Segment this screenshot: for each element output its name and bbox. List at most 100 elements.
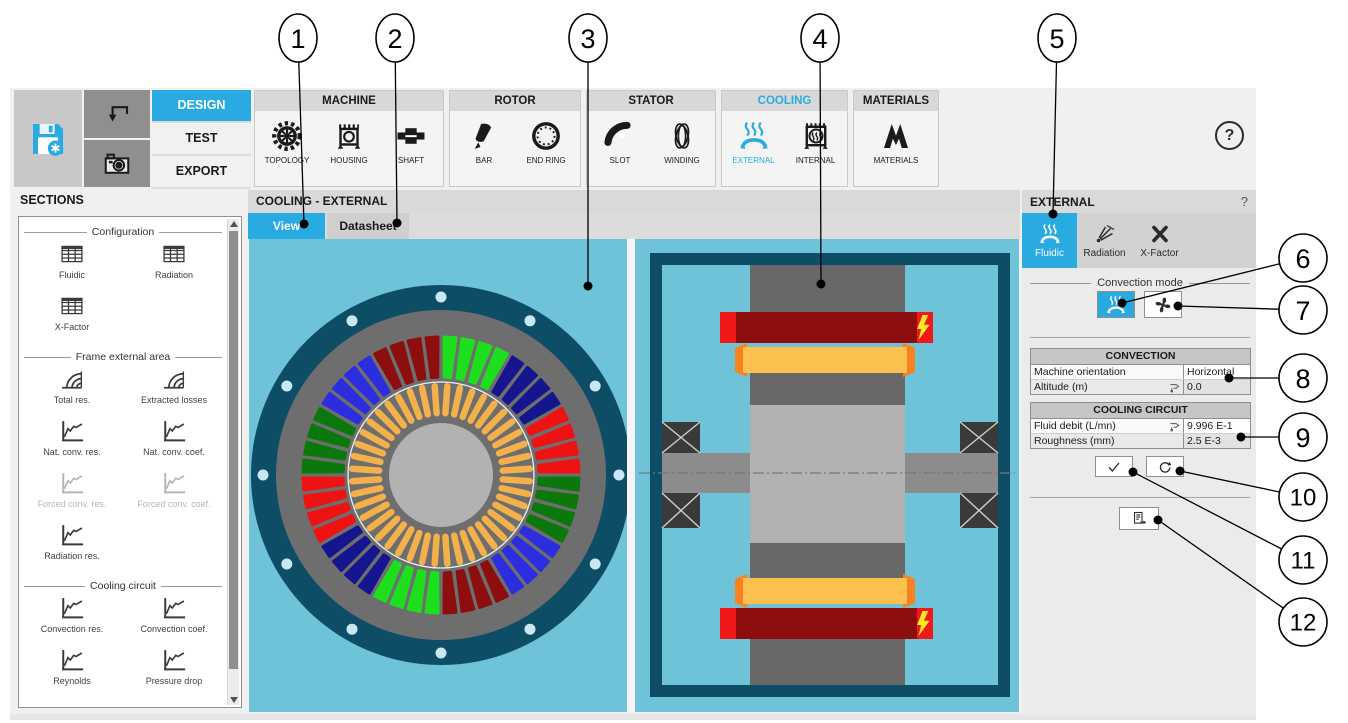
callout-number: 11 — [1291, 548, 1316, 575]
toolbar-item-label: BAR — [476, 156, 492, 165]
callout-8 — [1279, 354, 1327, 402]
section-item-nat-conv-res-[interactable]: Nat. conv. res. — [21, 417, 123, 469]
forced-convection-button[interactable] — [1144, 291, 1182, 318]
arc-chart-icon — [54, 365, 90, 393]
section-item-fluidic[interactable]: Fluidic — [21, 240, 123, 292]
callout-7 — [1279, 286, 1327, 334]
action-buttons — [1022, 456, 1256, 477]
section-item-extracted-losses[interactable]: Extracted losses — [123, 365, 225, 417]
line-chart-icon — [54, 521, 90, 549]
properties-tab-fluidic[interactable]: Fluidic — [1022, 213, 1077, 268]
toolbar-group-title: COOLING — [722, 91, 847, 111]
toolbar-group-machine: MACHINE TOPOLOGY HOUSING SHAFT — [254, 90, 444, 187]
axial-cross-section-view[interactable] — [635, 239, 1019, 712]
screenshot-button[interactable] — [84, 140, 150, 187]
winding-icon — [665, 119, 699, 153]
line-chart-icon — [156, 469, 192, 497]
topology-icon — [270, 119, 304, 153]
separator — [1030, 337, 1250, 338]
toolbar-item-winding[interactable]: WINDING — [657, 119, 707, 165]
section-item-total-res-[interactable]: Total res. — [21, 365, 123, 417]
section-item-reynolds[interactable]: Reynolds — [21, 646, 123, 698]
mode-tab-design[interactable]: DESIGN — [152, 90, 251, 123]
input-parameter-icon — [1169, 421, 1180, 432]
scroll-up-icon[interactable] — [230, 221, 238, 227]
apply-button[interactable] — [1095, 456, 1133, 477]
table-row: Machine orientation Horizontal — [1031, 365, 1250, 380]
workspace-tab-view[interactable]: View — [248, 213, 325, 239]
section-item-x-factor[interactable]: X-Factor — [21, 292, 123, 344]
line-chart-icon — [54, 417, 90, 445]
export-results-button[interactable] — [1119, 507, 1159, 530]
convection-mode-buttons — [1022, 291, 1256, 318]
end-ring-icon — [529, 119, 563, 153]
fan-icon — [1152, 294, 1174, 316]
help-button[interactable]: ? — [1215, 121, 1244, 150]
scrollbar[interactable] — [227, 219, 239, 705]
sections-list: Configuration Fluidic Radiation X-Factor… — [21, 219, 225, 705]
radial-cross-section-view[interactable] — [249, 239, 627, 712]
save-button[interactable] — [14, 90, 82, 187]
camera-icon — [102, 149, 132, 179]
sections-panel: Configuration Fluidic Radiation X-Factor… — [18, 216, 242, 708]
mode-tabs: DESIGNTESTEXPORT — [152, 90, 251, 189]
toolbar-item-materials[interactable]: MATERIALS — [871, 119, 921, 165]
input-parameter-icon — [1169, 382, 1180, 393]
undo-button[interactable] — [84, 90, 150, 138]
convection-mode-legend: Convection mode — [1030, 277, 1250, 289]
mode-tab-test[interactable]: TEST — [152, 123, 251, 156]
properties-tab-radiation[interactable]: Radiation — [1077, 213, 1132, 268]
section-item-forced-conv-res-[interactable]: Forced conv. res. — [21, 469, 123, 521]
section-item-pressure-drop[interactable]: Pressure drop — [123, 646, 225, 698]
section-item-convection-coef-[interactable]: Convection coef. — [123, 594, 225, 646]
toolbar-item-label: END RING — [526, 156, 565, 165]
toolbar-item-internal[interactable]: INTERNAL — [791, 119, 841, 165]
callout-number: 1 — [290, 24, 305, 54]
view-divider — [627, 239, 635, 712]
save-icon — [28, 119, 68, 159]
callout-number: 3 — [580, 24, 595, 54]
toolbar-item-slot[interactable]: SLOT — [595, 119, 645, 165]
toolbar-item-topology[interactable]: TOPOLOGY — [262, 119, 312, 165]
callout-10 — [1279, 473, 1327, 521]
row-value[interactable]: 9.996 E-1 — [1183, 419, 1250, 433]
properties-header: EXTERNAL ? — [1022, 190, 1256, 213]
row-value[interactable]: 2.5 E-3 — [1183, 434, 1250, 448]
toolbar-item-end ring[interactable]: END RING — [521, 119, 571, 165]
section-item-radiation-res-[interactable]: Radiation res. — [21, 521, 123, 573]
table-title: CONVECTION — [1031, 349, 1250, 365]
table-cooling circuit: COOLING CIRCUIT Fluid debit (L/mn) 9.996… — [1030, 402, 1251, 449]
scrollbar-thumb[interactable] — [229, 231, 238, 669]
reset-button[interactable] — [1146, 456, 1184, 477]
section-item-nat-conv-coef-[interactable]: Nat. conv. coef. — [123, 417, 225, 469]
toolbar-item-shaft[interactable]: SHAFT — [386, 119, 436, 165]
sections-group-legend: Frame external area — [24, 351, 222, 363]
natural-convection-button[interactable] — [1097, 291, 1135, 318]
toolbar-group-materials: MATERIALS MATERIALS — [853, 90, 939, 187]
toolbar-group-title: MATERIALS — [854, 91, 938, 111]
toolbar-item-bar[interactable]: BAR — [459, 119, 509, 165]
scroll-down-icon[interactable] — [230, 697, 238, 703]
toolbar-item-external[interactable]: EXTERNAL — [729, 119, 779, 165]
mode-tab-export[interactable]: EXPORT — [152, 156, 251, 189]
toolbar-item-label: SHAFT — [398, 156, 424, 165]
table-convection: CONVECTION Machine orientation Horizonta… — [1030, 348, 1251, 395]
toolbar-group-cooling: COOLING EXTERNAL INTERNAL — [721, 90, 848, 187]
external-cooling-icon — [737, 119, 771, 153]
callout-6 — [1279, 234, 1327, 282]
section-item-forced-conv-coef-[interactable]: Forced conv. coef. — [123, 469, 225, 521]
properties-tab-x-factor[interactable]: X-Factor — [1132, 213, 1187, 268]
row-value[interactable]: 0.0 — [1183, 380, 1250, 394]
callout-number: 10 — [1290, 485, 1317, 512]
section-item-convection-res-[interactable]: Convection res. — [21, 594, 123, 646]
workspace-tab-datasheet[interactable]: Datasheet — [327, 213, 409, 239]
callout-2 — [376, 14, 414, 62]
toolbar-item-housing[interactable]: HOUSING — [324, 119, 374, 165]
callout-5 — [1038, 14, 1076, 62]
export-icon — [1131, 510, 1148, 527]
properties-help-button[interactable]: ? — [1241, 194, 1248, 209]
help-icon: ? — [1225, 127, 1235, 145]
convection-mode-label: Convection mode — [1097, 277, 1183, 289]
section-item-radiation[interactable]: Radiation — [123, 240, 225, 292]
row-value[interactable]: Horizontal — [1183, 365, 1250, 379]
